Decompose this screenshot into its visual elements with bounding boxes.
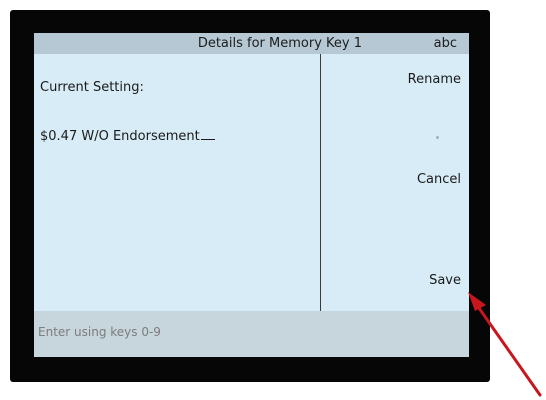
arrow-head <box>468 292 486 311</box>
annotation-arrow-icon <box>468 292 542 397</box>
arrow-shaft <box>472 299 542 397</box>
